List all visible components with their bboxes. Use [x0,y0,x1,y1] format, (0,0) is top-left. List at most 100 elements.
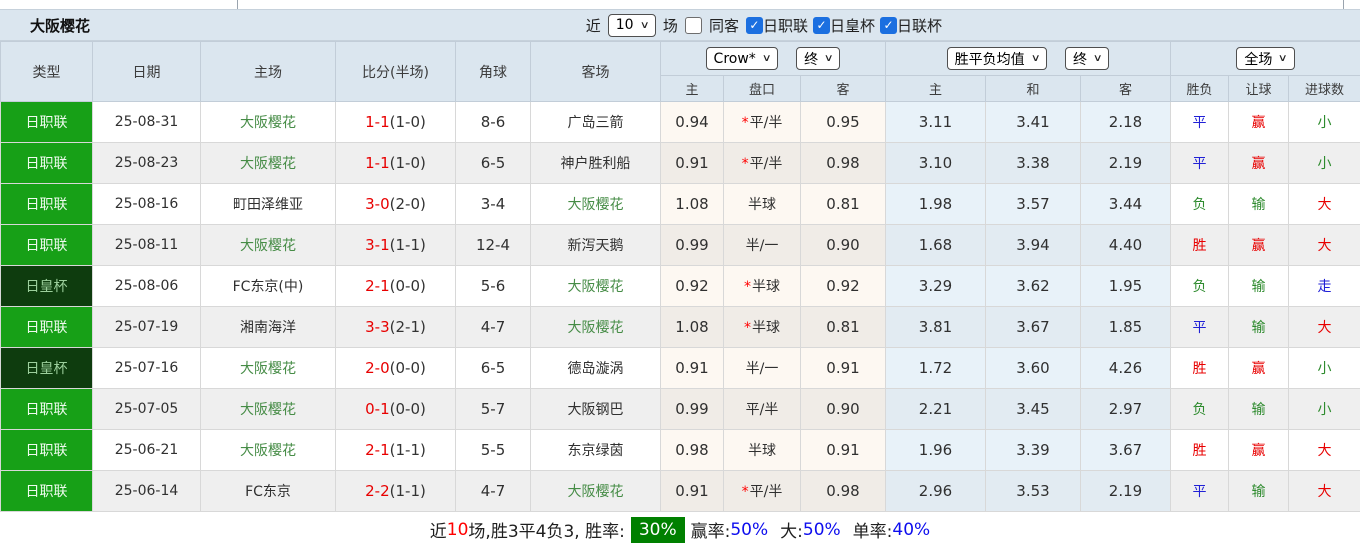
ah-home-odds: 0.92 [660,265,724,307]
handicap-time-value: 终 [804,51,819,68]
result-goals: 大 [1287,306,1360,348]
league-cup-filter-checkbox[interactable]: ✓ [879,16,897,34]
star-icon: * [744,279,751,295]
result-goals: 大 [1287,224,1360,266]
corner-score: 5-7 [455,388,531,430]
result-handicap: 赢 [1228,142,1289,184]
scope-select[interactable]: 全场 ∨ [1236,47,1295,70]
ah-home-odds: 0.94 [660,101,724,143]
ah-line: 半球 [723,183,801,225]
result-handicap: 输 [1228,183,1289,225]
match-date: 25-07-16 [92,347,201,389]
match-score: 3-1(1-1) [335,224,456,266]
result-handicap: 输 [1228,470,1289,512]
result-handicap: 赢 [1228,347,1289,389]
away-team: 大阪樱花 [530,306,661,348]
match-date: 25-08-11 [92,224,201,266]
result-goals: 大 [1287,183,1360,225]
avg-away-odds: 2.19 [1080,142,1171,184]
table-row: 日职联 25-08-31 大阪樱花 1-1(1-0) 8-6 广岛三箭 0.94 *平/半 0.… [0,101,1360,143]
away-team: 东京绿茵 [530,429,661,471]
cup-filter: ✓ 日皇杯 [812,15,875,36]
league-filter-checkbox[interactable]: ✓ [745,16,763,34]
away-team: 新泻天鹅 [530,224,661,266]
avg-home-odds: 1.68 [885,224,986,266]
avg-away-odds: 2.18 [1080,101,1171,143]
table-row: 日职联 25-08-16 町田泽维亚 3-0(2-0) 3-4 大阪樱花 1.08 半球 0.8… [0,183,1360,225]
check-icon: ✓ [816,18,827,32]
bookmaker-select[interactable]: Crow* ∨ [705,47,779,70]
handicap-time-select[interactable]: 终 ∨ [796,47,841,70]
col-header-away: 客场 [530,41,661,102]
match-score: 3-0(2-0) [335,183,456,225]
corner-score: 12-4 [455,224,531,266]
result-goals: 小 [1287,388,1360,430]
league-type-badge: 日职联 [0,183,93,225]
result-goals: 小 [1287,347,1360,389]
subheader-result-goals: 进球数 [1287,75,1360,102]
result-wdl: 胜 [1170,429,1229,471]
avg-home-odds: 2.21 [885,388,986,430]
away-team: 大阪樱花 [530,183,661,225]
avg-home-odds: 2.96 [885,470,986,512]
ah-away-odds: 0.81 [800,183,886,225]
result-wdl: 胜 [1170,224,1229,266]
corner-score: 3-4 [455,183,531,225]
table-row: 日职联 25-07-05 大阪樱花 0-1(0-0) 5-7 大阪钢巴 0.99 平/半 0.9… [0,388,1360,430]
match-score: 1-1(1-0) [335,142,456,184]
avg-away-odds: 3.44 [1080,183,1171,225]
recent-count-select[interactable]: 10 ∨ [607,13,656,37]
home-team: 大阪樱花 [200,142,336,184]
ah-line: 平/半 [723,388,801,430]
ah-away-odds: 0.98 [800,142,886,184]
league-type-badge: 日皇杯 [0,347,93,389]
match-score: 0-1(0-0) [335,388,456,430]
avg-home-odds: 1.98 [885,183,986,225]
away-team: 神户胜利船 [530,142,661,184]
star-icon: * [741,156,749,172]
match-score: 2-1(1-1) [335,429,456,471]
avg-draw-odds: 3.94 [985,224,1081,266]
match-date: 25-07-05 [92,388,201,430]
league-type-badge: 日职联 [0,429,93,471]
match-score: 2-1(0-0) [335,265,456,307]
table-row: 日职联 25-07-19 湘南海洋 3-3(2-1) 4-7 大阪樱花 1.08 *半球 0.8… [0,306,1360,348]
avg-time-select[interactable]: 终 ∨ [1065,47,1110,70]
result-wdl: 平 [1170,470,1229,512]
chevron-down-icon: ∨ [1092,53,1103,64]
games-label: 场 [662,16,678,35]
top-strip [0,0,1360,9]
avg-draw-odds: 3.53 [985,470,1081,512]
avg-home-odds: 3.10 [885,142,986,184]
result-goals: 大 [1287,429,1360,471]
check-icon: ✓ [883,18,894,32]
cup-filter-checkbox[interactable]: ✓ [812,16,830,34]
filter-controls: 近 10 ∨ 场 同客 ✓ 日职联 ✓ 日皇杯 ✓ 日联杯 [584,13,942,37]
result-wdl: 平 [1170,306,1229,348]
away-team: 广岛三箭 [530,101,661,143]
summary-record: 场,胜3平4负3, 胜率: [468,522,625,542]
ah-away-odds: 0.95 [800,101,886,143]
col-header-score: 比分(半场) [335,41,456,102]
summary-bar: 近 10 场,胜3平4负3, 胜率: 30% 赢率: 50% 大: 50% 单率: 40% [0,512,1360,546]
ah-line: 半/一 [723,224,801,266]
table-row: 日职联 25-08-23 大阪樱花 1-1(1-0) 6-5 神户胜利船 0.91 *平/半 0… [0,142,1360,184]
ah-home-odds: 0.91 [660,470,724,512]
ah-away-odds: 0.91 [800,429,886,471]
same-away-checkbox[interactable] [684,16,702,34]
league-filter: ✓ 日职联 [745,15,808,36]
subheader-avg-home: 主 [885,75,986,102]
summary-prefix: 近 [429,522,447,542]
subheader-result-handicap: 让球 [1228,75,1289,102]
col-header-type: 类型 [0,41,93,102]
league-type-badge: 日职联 [0,142,93,184]
result-handicap: 赢 [1228,429,1289,471]
corner-score: 6-5 [455,347,531,389]
handicap-win-rate: 50% [730,519,769,540]
chevron-down-icon: ∨ [1278,53,1288,64]
avg-odds-select[interactable]: 胜平负均值 ∨ [946,47,1047,70]
ah-away-odds: 0.91 [800,347,886,389]
single-rate: 40% [892,519,931,540]
table-row: 日职联 25-06-14 FC东京 2-2(1-1) 4-7 大阪樱花 0.91 *平/半 0.… [0,470,1360,512]
match-score: 1-1(1-0) [335,101,456,143]
